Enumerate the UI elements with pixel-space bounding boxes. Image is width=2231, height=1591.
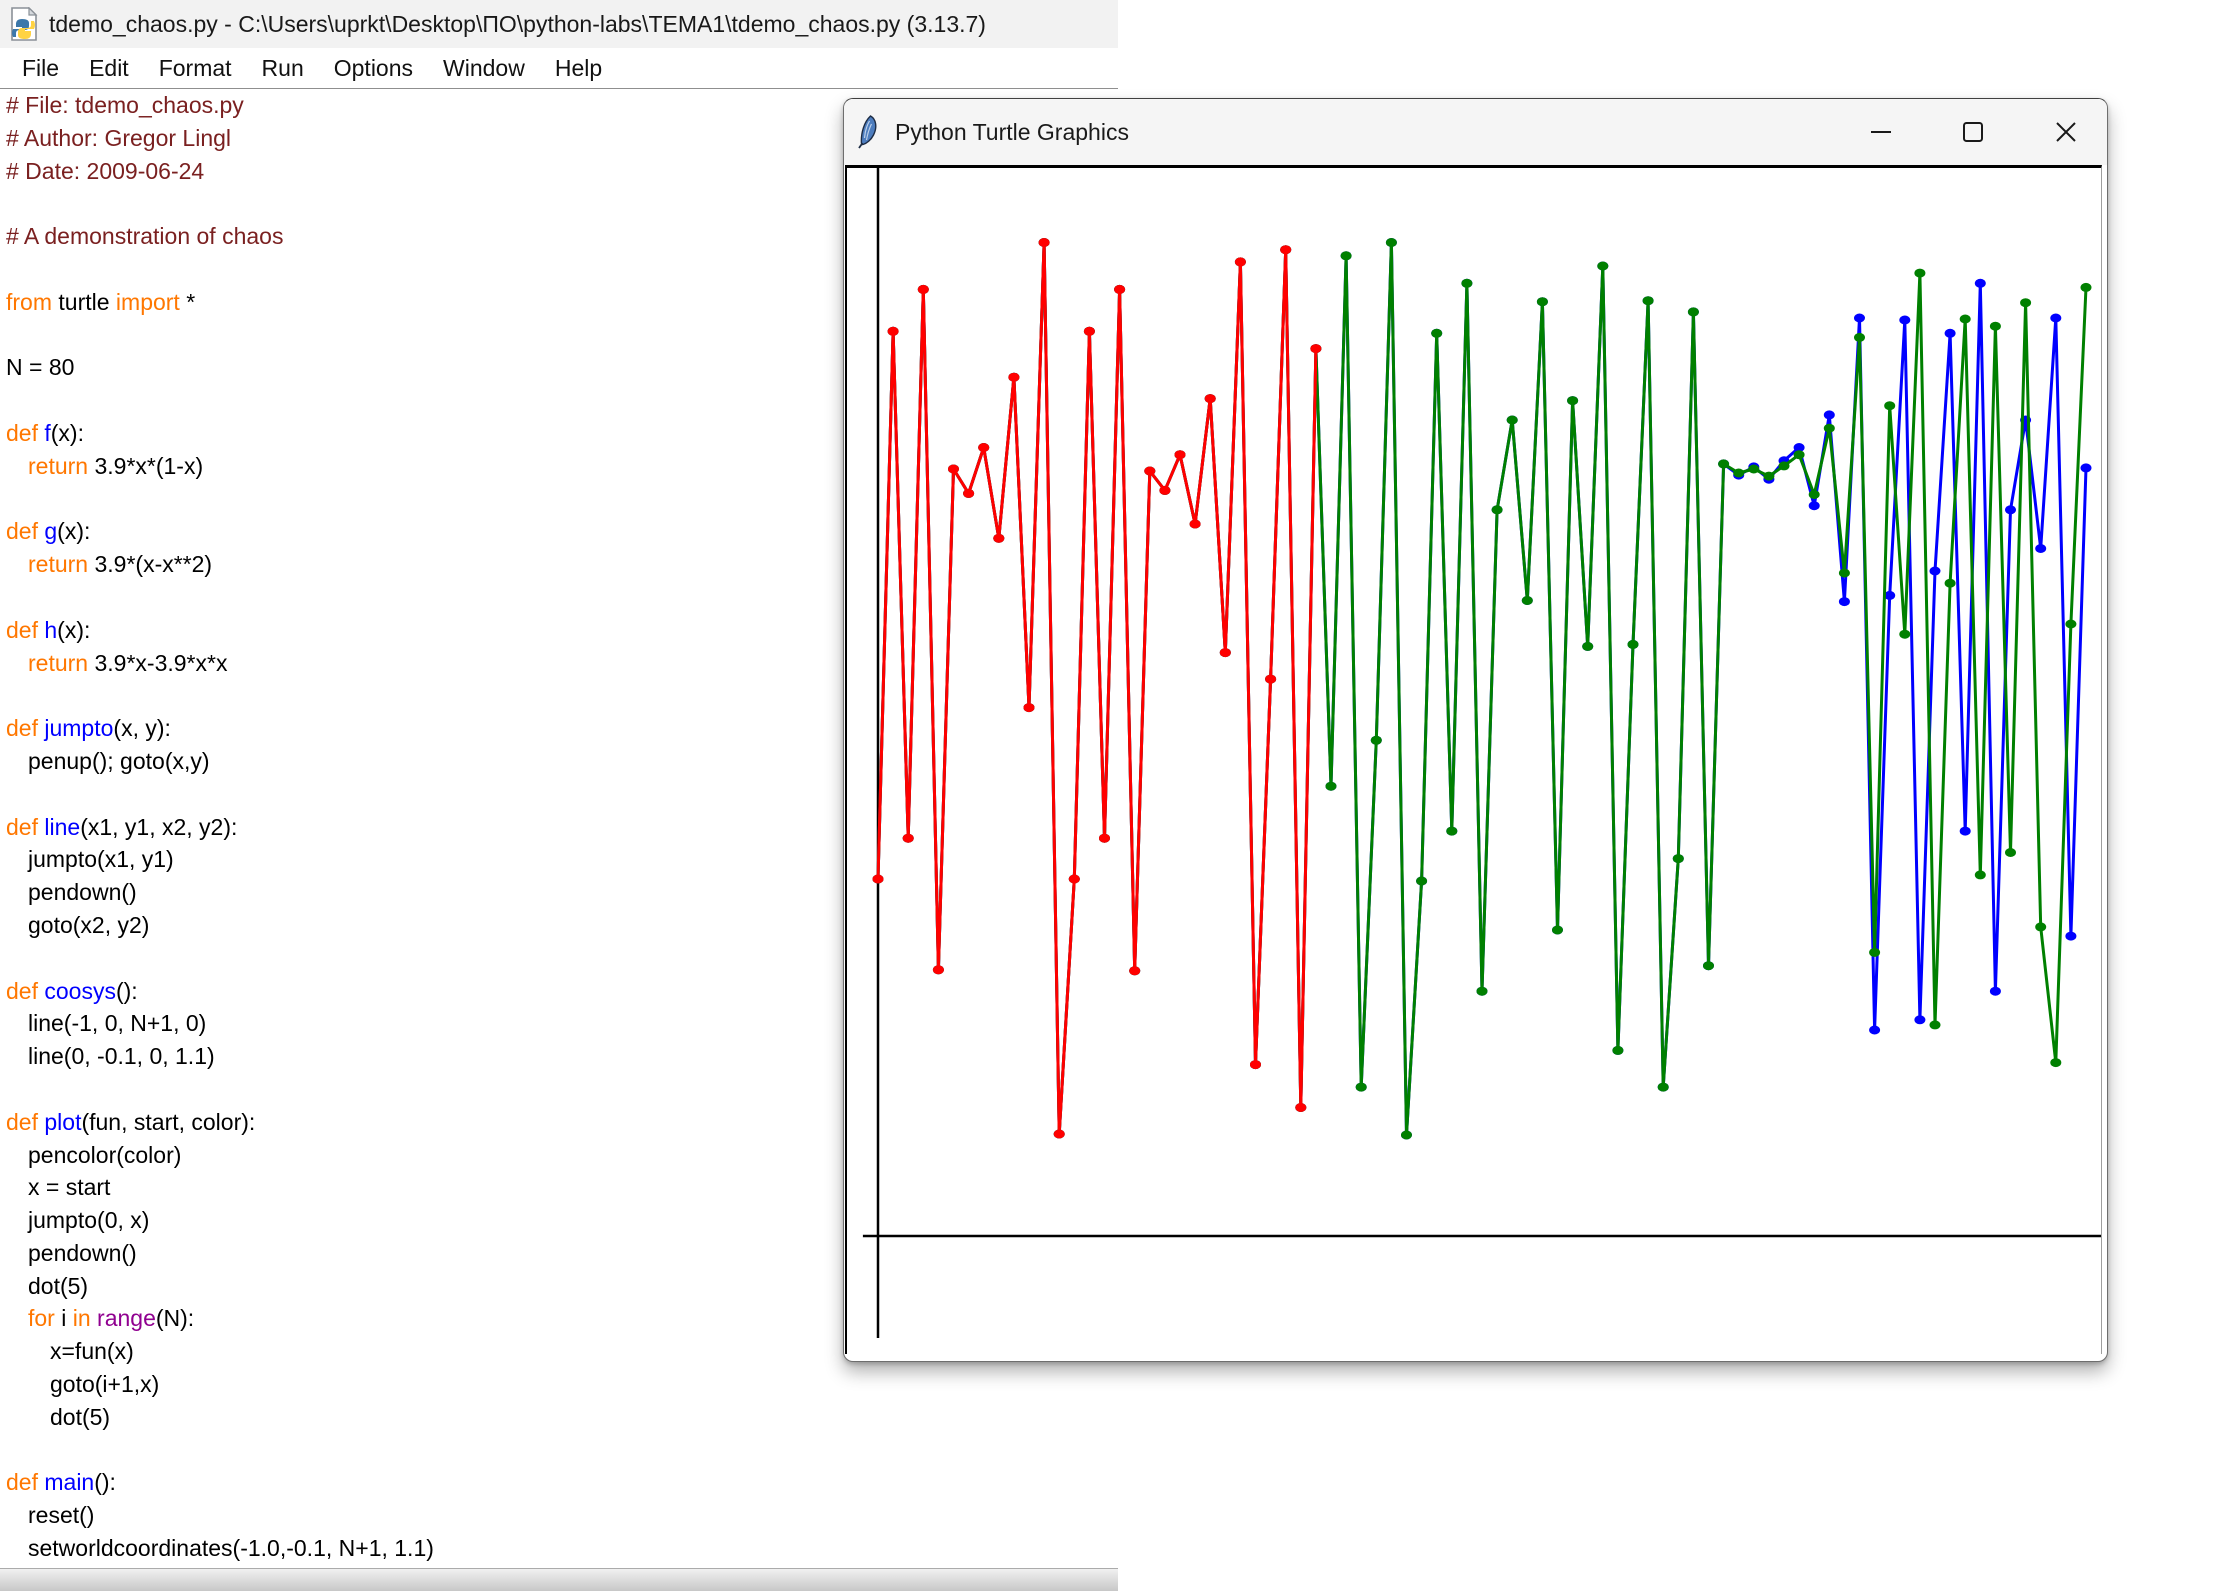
- turtle-window: Python Turtle Graphics: [843, 98, 2108, 1362]
- menu-item-format[interactable]: Format: [151, 55, 240, 82]
- desktop: tdemo_chaos.py - C:\Users\uprkt\Desktop\…: [0, 0, 2231, 1590]
- maximize-button[interactable]: [1956, 115, 1990, 149]
- minimize-button[interactable]: [1864, 115, 1898, 149]
- turtle-titlebar[interactable]: Python Turtle Graphics: [844, 99, 2107, 165]
- close-button[interactable]: [2049, 115, 2083, 149]
- turtle-window-title: Python Turtle Graphics: [895, 119, 1129, 146]
- menu-item-help[interactable]: Help: [547, 55, 610, 82]
- menu-item-file[interactable]: File: [14, 55, 67, 82]
- menu-item-window[interactable]: Window: [435, 55, 533, 82]
- menu-item-options[interactable]: Options: [326, 55, 421, 82]
- idle-menubar: File Edit Format Run Options Window Help: [0, 48, 1118, 89]
- menu-item-run[interactable]: Run: [254, 55, 312, 82]
- code-line: reset(): [0, 1499, 1118, 1532]
- idle-file-icon: [9, 7, 39, 41]
- idle-window-title: tdemo_chaos.py - C:\Users\uprkt\Desktop\…: [49, 11, 986, 38]
- code-line: goto(i+1,x): [0, 1368, 1118, 1401]
- menu-item-edit[interactable]: Edit: [81, 55, 137, 82]
- code-line: def main():: [0, 1466, 1118, 1499]
- code-line: dot(5): [0, 1401, 1118, 1434]
- turtle-plot-svg: [847, 168, 2101, 1354]
- idle-window-bottom-edge: [0, 1568, 1118, 1591]
- turtle-canvas: [845, 165, 2102, 1354]
- code-line: [0, 1434, 1118, 1467]
- idle-titlebar[interactable]: tdemo_chaos.py - C:\Users\uprkt\Desktop\…: [0, 0, 1118, 48]
- code-line: setworldcoordinates(-1.0,-0.1, N+1, 1.1): [0, 1532, 1118, 1565]
- tk-feather-icon: [856, 115, 880, 149]
